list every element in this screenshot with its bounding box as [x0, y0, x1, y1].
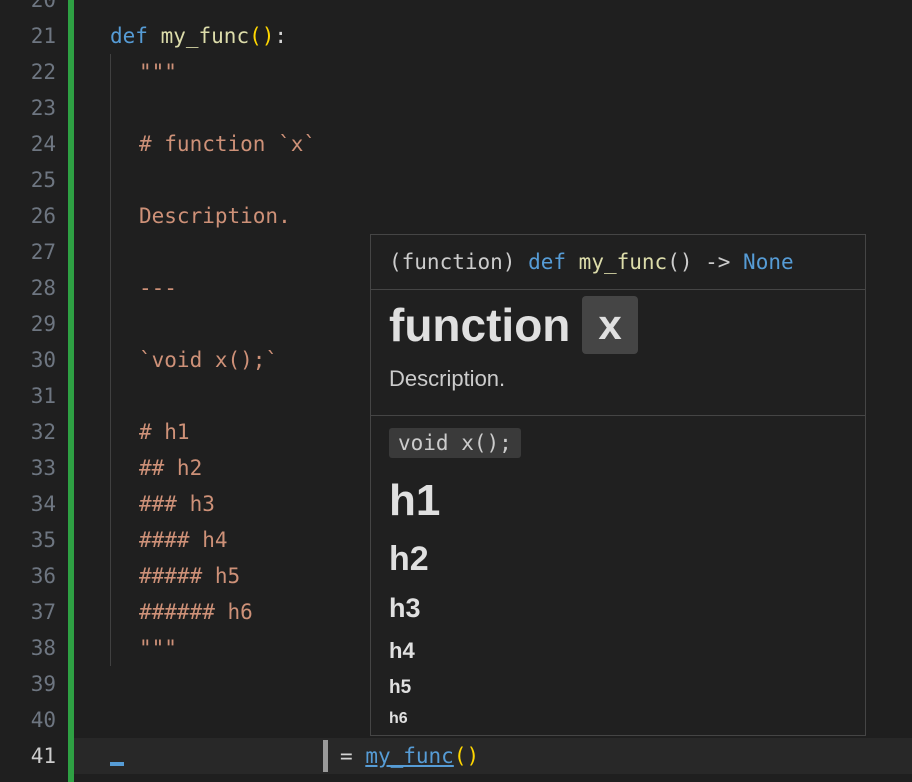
doc-inline-code: void x();	[389, 428, 521, 458]
hover-doc-body: void x(); h1 h2 h3 h4 h5 h6	[371, 416, 865, 732]
code-line-35[interactable]: #### h4	[139, 522, 228, 558]
call-parens: ()	[453, 744, 480, 768]
code-line-22[interactable]: """	[139, 54, 177, 90]
code-line-33[interactable]: ## h2	[139, 450, 202, 486]
keyword-def: def	[110, 24, 148, 48]
doc-h5: h5	[389, 677, 412, 698]
colon: :	[274, 24, 288, 48]
code-line-21[interactable]: def my_func():	[110, 18, 287, 54]
code-line-41[interactable]: = my_func()	[340, 738, 479, 774]
doc-heading-code: x	[582, 296, 638, 354]
text-cursor	[110, 762, 124, 766]
signature-rest: () ->	[667, 250, 744, 274]
code-line-32[interactable]: # h1	[139, 414, 190, 450]
hover-signature: (function) def my_func() -> None	[371, 235, 865, 290]
hover-tooltip[interactable]: (function) def my_func() -> None functio…	[370, 234, 866, 736]
doc-h6: h6	[389, 710, 408, 727]
parens: ()	[249, 24, 275, 48]
code-line-24[interactable]: # function `x`	[139, 126, 316, 162]
doc-description: Description.	[389, 366, 506, 391]
code-line-36[interactable]: ##### h5	[139, 558, 240, 594]
assign-operator: =	[340, 744, 353, 768]
doc-h3: h3	[389, 593, 421, 623]
signature-return-type: None	[743, 250, 794, 274]
inline-hint-bar	[323, 740, 328, 772]
code-line-30[interactable]: `void x();`	[139, 342, 278, 378]
doc-heading: function x	[389, 294, 847, 356]
doc-heading-text: function	[389, 299, 571, 351]
code-line-34[interactable]: ### h3	[139, 486, 215, 522]
signature-keyword: def	[528, 250, 567, 274]
code-line-38[interactable]: """	[139, 630, 177, 666]
doc-h2: h2	[389, 540, 429, 578]
signature-prefix: (function)	[389, 250, 529, 274]
hover-doc-header: function x Description.	[371, 290, 865, 416]
function-call-link[interactable]: my_func	[365, 744, 454, 768]
signature-name: my_func	[578, 250, 668, 274]
code-line-26[interactable]: Description.	[139, 198, 291, 234]
code-line-37[interactable]: ###### h6	[139, 594, 253, 630]
doc-h4: h4	[389, 638, 415, 663]
code-line-28[interactable]: ---	[139, 270, 177, 306]
function-name[interactable]: my_func	[161, 24, 250, 48]
code-editor[interactable]: 20 21 22 23 24 25 26 27 28 29 30 31 32 3…	[0, 0, 912, 782]
doc-h1: h1	[389, 476, 441, 525]
